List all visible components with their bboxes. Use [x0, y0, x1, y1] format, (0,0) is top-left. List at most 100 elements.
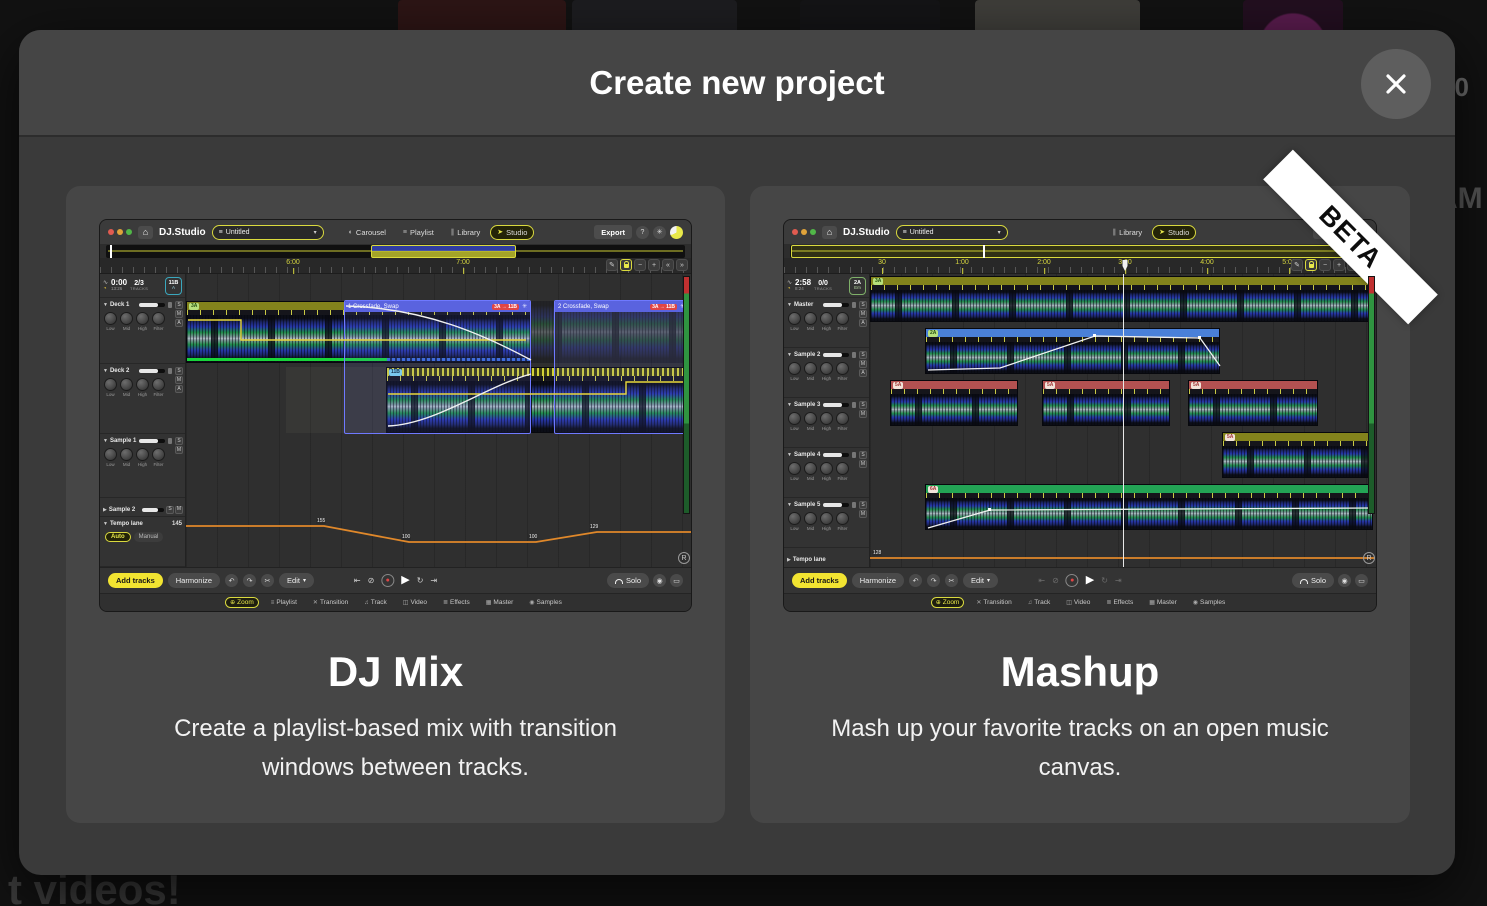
eq-knobs: LowMidHighFilter [103, 446, 172, 468]
eq-knob: Mid [120, 378, 133, 397]
effects-icon: ≣ [443, 599, 448, 606]
knob-icon [836, 362, 849, 375]
knob-label: Filter [154, 462, 164, 467]
knob-icon [152, 312, 165, 325]
clock-icon: ◔ [103, 286, 108, 292]
studio-icon: ➤ [497, 228, 503, 236]
eq-knobs: LowMidHighFilter [787, 460, 856, 482]
dj-mix-card[interactable]: ⌂ DJ.Studio ≡ Untitled ▾ ◐Carousel ≡Play… [66, 186, 725, 823]
knob-label: High [822, 426, 831, 431]
chevron-right-icon: ▶ [103, 507, 107, 513]
volume-slider [139, 439, 165, 443]
eq-knobs: LowMidHighFilter [787, 410, 856, 432]
knob-label: Low [106, 392, 114, 397]
audio-clip-sample3-1: 5A [890, 380, 1018, 426]
playlist-icon: ≡ [403, 229, 407, 236]
eq-knob: Mid [804, 412, 817, 431]
waveform [926, 342, 1219, 373]
tracks-label: TRACKS [130, 287, 148, 291]
mashup-card[interactable]: ⌂ DJ.Studio ≡ Untitled ▾ ∥Library ➤Studi… [750, 186, 1410, 823]
channel-button-s: S [166, 506, 174, 514]
channel-button-s: S [859, 501, 867, 509]
settings-icon: ✳ [653, 226, 666, 239]
track-section-deck1: ▼Deck 1 LowMidHighFilter SMA [100, 298, 185, 364]
eq-knob: Mid [804, 362, 817, 381]
knob-icon [804, 512, 817, 525]
eq-knobs: LowMidHighFilter [787, 310, 856, 332]
tab-library: ∥Library [1106, 225, 1149, 240]
knob-label: Mid [807, 376, 814, 381]
window-traffic-lights [108, 229, 132, 235]
transport-controls: ⇤ ⊘ ● ▶ ↻ ⇥ [1038, 574, 1121, 587]
edit-menu: Edit▾ [279, 573, 314, 588]
forward-icon: » [676, 259, 688, 271]
channel-button-a: A [859, 369, 867, 377]
eq-knob: Low [788, 512, 801, 531]
audio-clip-sample3-2: 5A [1042, 380, 1170, 426]
eq-knob: Low [104, 378, 117, 397]
level-meter [683, 276, 690, 514]
clock-icon: ◔ [787, 286, 792, 292]
knob-icon [788, 312, 801, 325]
zoom-in-icon: + [1333, 259, 1345, 271]
knob-icon [836, 512, 849, 525]
waveform [891, 394, 1017, 425]
channel-button-a: A [175, 385, 183, 393]
playhead-line [1123, 274, 1124, 567]
volume-slider [823, 353, 849, 357]
knob-label: Mid [123, 326, 130, 331]
tempo-point: 100 [401, 534, 411, 540]
zoom-icon: ⊕ [230, 599, 235, 606]
knob-label: Filter [154, 326, 164, 331]
transition-icon: ✕ [976, 599, 981, 606]
eq-knob: High [820, 512, 833, 531]
undo-icon: ↶ [909, 574, 922, 587]
loop-icon: ↻ [1101, 577, 1108, 585]
channel-button-s: S [175, 301, 183, 309]
display-icon: ▭ [670, 574, 683, 587]
key-chip: 3A [189, 303, 199, 310]
eq-knob: Filter [152, 312, 165, 331]
playlist-icon: ≡ [271, 600, 275, 606]
track-panel: ∿◔ 2:588:24 0/0TRACKS 2AEm ▼Master LowMi… [784, 274, 870, 567]
knob-icon [120, 312, 133, 325]
lock-icon [620, 259, 632, 271]
audio-clip-sample2: 2A [925, 328, 1220, 374]
eq-knob: Mid [804, 462, 817, 481]
waveform [1189, 394, 1317, 425]
channel-button-m: M [859, 460, 867, 468]
close-button[interactable] [1361, 49, 1431, 119]
zoom-out-icon: − [1319, 259, 1331, 271]
tab-track: ♫Track [1024, 598, 1055, 607]
library-icon: ∥ [451, 228, 455, 236]
chevron-down-icon: ▼ [103, 521, 108, 527]
knob-label: Low [790, 426, 798, 431]
total-time: 8:24 [795, 287, 811, 292]
chevron-down-icon: ▼ [787, 452, 792, 458]
eq-knob: Mid [804, 512, 817, 531]
knob-icon [120, 378, 133, 391]
chevron-down-icon: ▼ [787, 502, 792, 508]
tempo-point: 129 [589, 524, 599, 530]
chevron-down-icon: ▼ [787, 402, 792, 408]
channel-button-s: S [859, 401, 867, 409]
knob-icon [820, 462, 833, 475]
tab-video: ◫Video [399, 598, 431, 607]
view-tabbar: ⊕Zoom ✕Transition ♫Track ◫Video ≣Effects… [784, 593, 1376, 611]
volume-slider [139, 369, 165, 373]
channel-button-s: S [859, 451, 867, 459]
knob-icon [136, 448, 149, 461]
chevron-down-icon: ▼ [103, 302, 108, 308]
channel-button-m: M [175, 376, 183, 384]
close-icon [1381, 69, 1411, 99]
alert-icon: ◉ [653, 574, 666, 587]
add-tracks-button: Add tracks [792, 573, 847, 588]
channel-button-s: S [859, 301, 867, 309]
tempo-lane-section: ▼Tempo lane145 Auto Manual [100, 517, 185, 567]
home-icon: ⌂ [138, 226, 153, 239]
knob-label: Low [790, 476, 798, 481]
volume-slider [139, 303, 165, 307]
audio-clip-sample5: 6A [925, 484, 1373, 530]
tempo-manual-button: Manual [134, 532, 164, 542]
tab-track: ♫Track [360, 598, 391, 607]
